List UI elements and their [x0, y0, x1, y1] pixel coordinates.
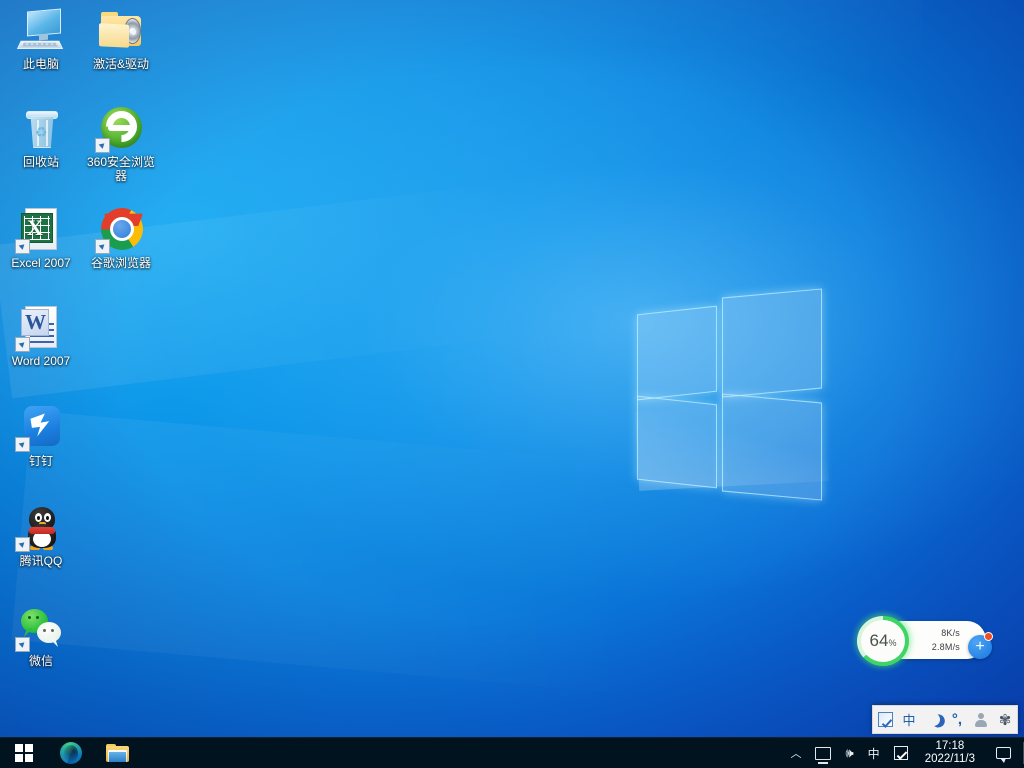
qq-icon: [17, 503, 65, 551]
tray-security-button[interactable]: [887, 738, 915, 768]
tray-popup-account-icon[interactable]: [970, 709, 992, 731]
desktop-icon-label: 腾讯QQ: [2, 554, 80, 568]
shortcut-overlay-icon: [15, 437, 30, 452]
volume-icon: 🕪: [845, 745, 853, 761]
logo-pane: [637, 396, 717, 489]
shortcut-overlay-icon: [95, 239, 110, 254]
tray-popup-night-mode-icon[interactable]: [922, 709, 944, 731]
tray-ime-button[interactable]: 中: [861, 738, 887, 768]
tray-popup-settings-icon[interactable]: ✾: [994, 709, 1016, 731]
clock-time: 17:18: [925, 740, 975, 753]
desktop-icon-dingtalk[interactable]: 钉钉: [2, 403, 80, 468]
desktop-icon-excel-2007[interactable]: X Excel 2007: [2, 205, 80, 270]
desktop-icon-label: 360安全浏览器: [82, 155, 160, 183]
wechat-icon: [17, 603, 65, 651]
desktop-icon-label: 微信: [2, 654, 80, 668]
person-icon: [974, 713, 988, 727]
tray-show-hidden-icons-button[interactable]: ︿: [783, 738, 808, 768]
desktop-icon-label: 此电脑: [2, 57, 80, 71]
word-icon: W: [17, 303, 65, 351]
tray-popup-security-icon[interactable]: [874, 709, 896, 731]
chinese-ime-icon: 中: [868, 745, 880, 762]
desktop-icon-recycle-bin[interactable]: ♻ 回收站: [2, 104, 80, 169]
taskbar-left-section: [0, 738, 141, 768]
usage-percent-text: 64%: [870, 631, 897, 651]
desktop-icon-360-browser[interactable]: 360安全浏览器: [82, 104, 160, 183]
taskbar-edge-button[interactable]: [47, 738, 94, 768]
shortcut-overlay-icon: [15, 337, 30, 352]
tray-volume-button[interactable]: 🕪: [838, 738, 860, 768]
taskbar[interactable]: ︿ 🕪 中 17:18 2022/11/3: [0, 737, 1024, 768]
desktop-icon-label: 激活&驱动: [82, 57, 160, 71]
upload-rate-value: 8K/s: [918, 626, 960, 640]
tray-popup-weather-icon[interactable]: °,: [946, 709, 968, 731]
desktop-icon-label: Excel 2007: [2, 256, 80, 270]
desktop-icon-this-pc[interactable]: 此电脑: [2, 6, 80, 71]
recycle-bin-icon: ♻: [17, 104, 65, 152]
taskbar-file-explorer-button[interactable]: [94, 738, 141, 768]
tray-network-button[interactable]: [808, 738, 838, 768]
file-explorer-icon: [106, 744, 129, 763]
360-browser-icon: [97, 104, 145, 152]
desktop-icon-label: 钉钉: [2, 454, 80, 468]
wallpaper-light-ray: [0, 155, 744, 397]
clock-date: 2022/11/3: [925, 753, 975, 766]
desktop-icon-wechat[interactable]: 微信: [2, 603, 80, 668]
windows-start-icon: [15, 744, 33, 762]
chrome-icon: [97, 205, 145, 253]
desktop-icon-label: 谷歌浏览器: [82, 256, 160, 270]
shortcut-overlay-icon: [95, 138, 110, 153]
ring-inner: 64%: [861, 620, 905, 662]
speed-monitor-widget[interactable]: ↑ 8K/s ↓ 2.8M/s + 64%: [852, 613, 986, 667]
tray-popup-ime-icon[interactable]: 中: [898, 709, 920, 731]
shortcut-overlay-icon: [15, 637, 30, 652]
network-icon: [815, 747, 831, 760]
desktop[interactable]: 此电脑 激活&驱动 ♻ 回收站 360安全浏览器 X: [0, 0, 1024, 768]
logo-pane: [722, 288, 822, 397]
system-tray: ︿ 🕪 中 17:18 2022/11/3: [783, 738, 1024, 768]
this-pc-icon: [17, 6, 65, 54]
download-rate-value: 2.8M/s: [918, 640, 960, 654]
notification-center-button[interactable]: [985, 738, 1021, 768]
shortcut-overlay-icon: [15, 239, 30, 254]
desktop-icon-label: 回收站: [2, 155, 80, 169]
desktop-icon-activation-folder[interactable]: 激活&驱动: [82, 6, 160, 71]
security-check-icon: [894, 746, 908, 760]
notification-dot: [984, 632, 993, 641]
shortcut-overlay-icon: [15, 537, 30, 552]
windows-logo-wallpaper: [637, 286, 823, 484]
chevron-up-icon: ︿: [790, 745, 801, 761]
taskbar-clock[interactable]: 17:18 2022/11/3: [915, 738, 985, 768]
desktop-icon-label: Word 2007: [2, 354, 80, 368]
desktop-icon-tencent-qq[interactable]: 腾讯QQ: [2, 503, 80, 568]
memory-usage-ring[interactable]: 64%: [852, 613, 918, 667]
notification-bubble-icon: [996, 747, 1011, 759]
desktop-icon-chrome[interactable]: 谷歌浏览器: [82, 205, 160, 270]
logo-pane: [722, 393, 822, 500]
folder-icon: [97, 6, 145, 54]
dingtalk-icon: [17, 403, 65, 451]
gear-icon: ✾: [999, 711, 1012, 729]
chinese-ime-icon: 中: [902, 710, 915, 729]
checkbox-check-icon: [878, 712, 893, 727]
weather-icon: °,: [952, 711, 962, 728]
tray-overflow-popup[interactable]: 中 °, ✾: [872, 705, 1018, 734]
moon-icon: [925, 711, 942, 728]
start-button[interactable]: [0, 738, 47, 768]
edge-icon: [60, 742, 82, 764]
desktop-icon-word-2007[interactable]: W Word 2007: [2, 303, 80, 368]
excel-icon: X: [17, 205, 65, 253]
logo-pane: [637, 306, 717, 401]
